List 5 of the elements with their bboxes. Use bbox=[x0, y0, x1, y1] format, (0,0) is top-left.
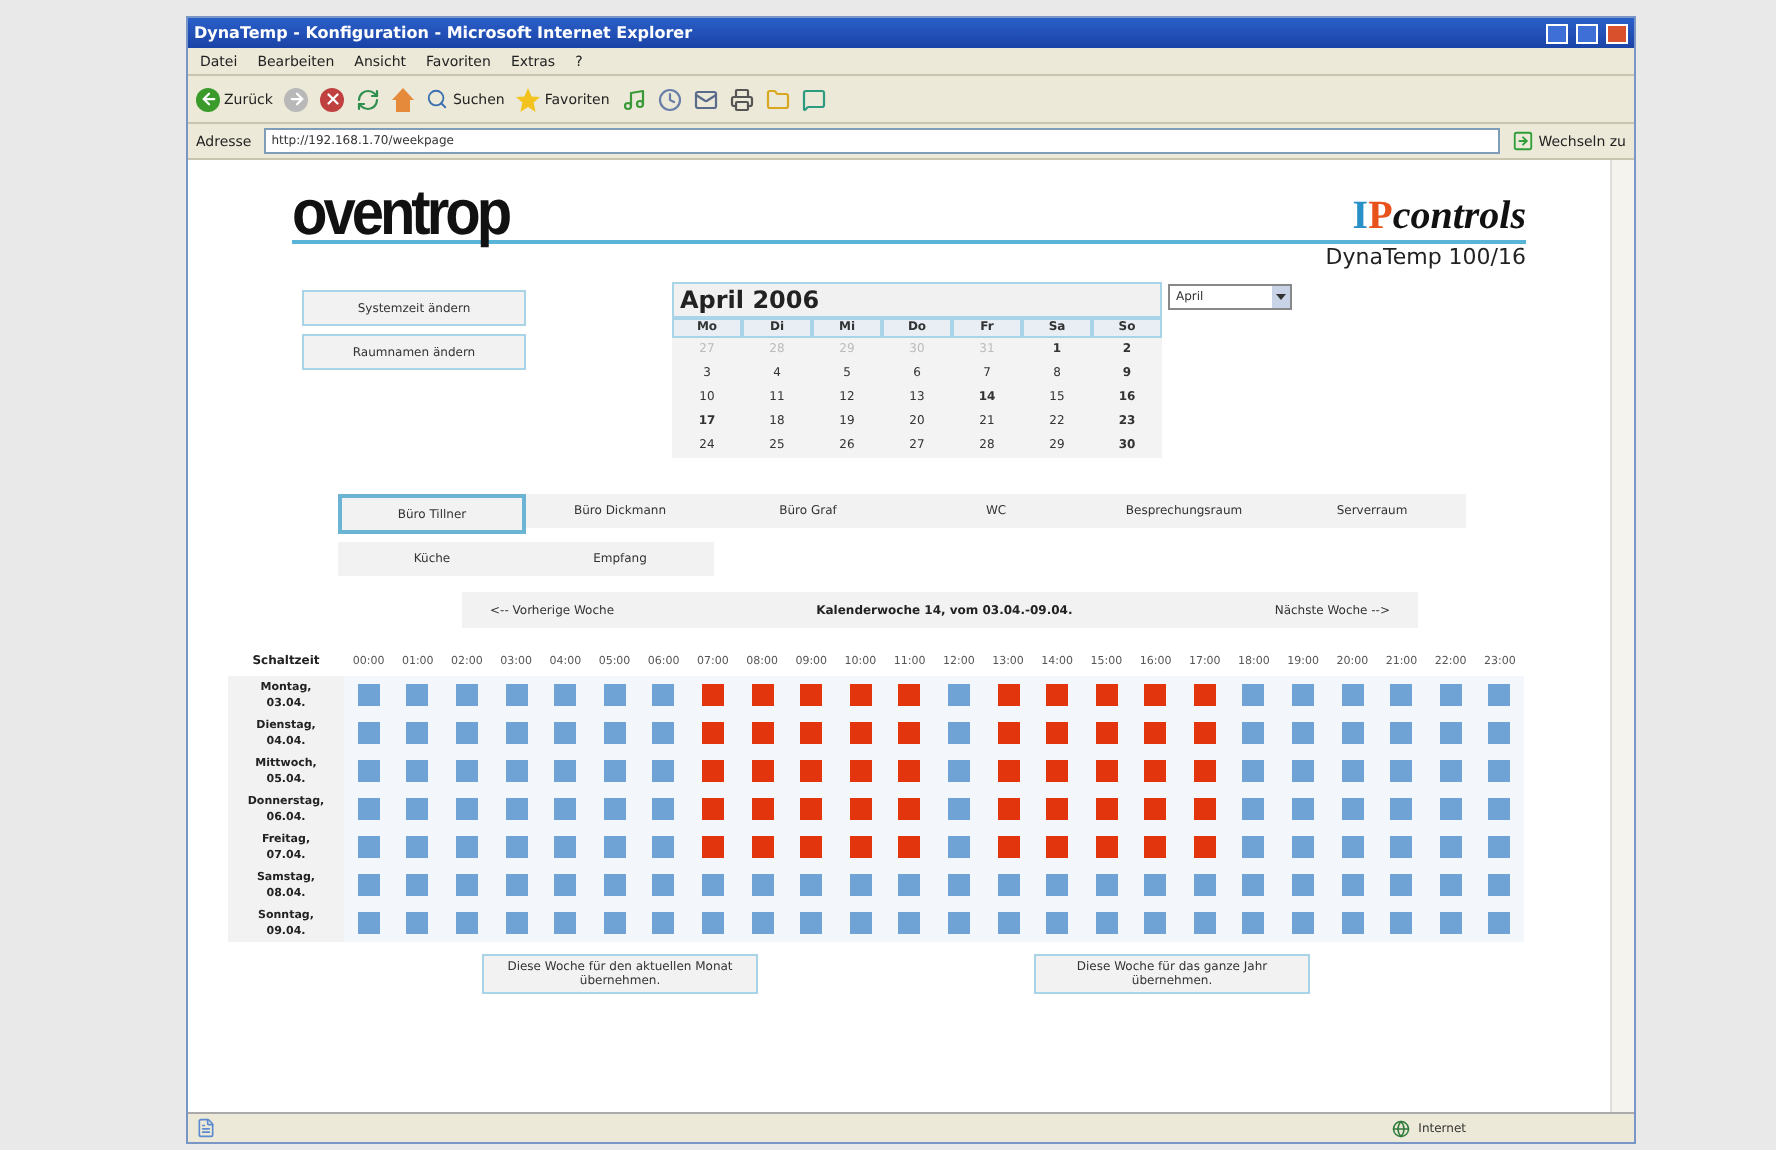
ip-controls-logo: IPcontrols bbox=[1352, 194, 1526, 240]
calendar-title: April 2006 bbox=[672, 282, 1162, 318]
window-title: DynaTemp - Konfiguration - Microsoft Internet Explorer bbox=[194, 24, 695, 42]
product-name: DynaTemp 100/16 bbox=[1325, 244, 1526, 270]
oventrop-logo: oventrop bbox=[292, 185, 509, 243]
